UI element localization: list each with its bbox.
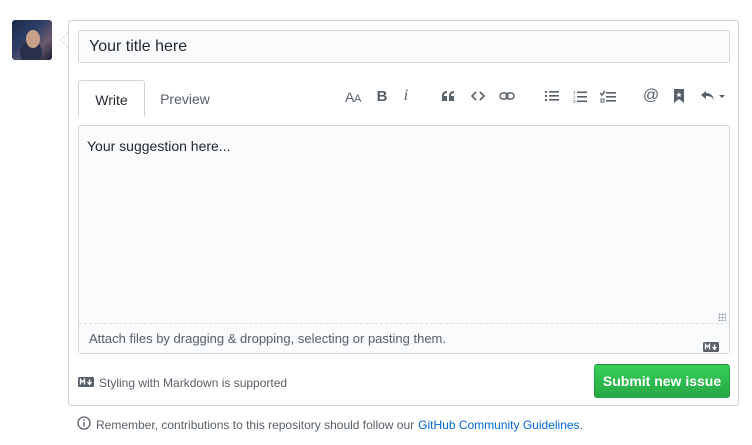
svg-text:A: A (354, 93, 362, 103)
contribution-guidelines-note: Remember, contributions to this reposito… (77, 416, 583, 433)
community-guidelines-link[interactable]: GitHub Community Guidelines (418, 418, 579, 432)
markdown-icon[interactable] (703, 333, 719, 363)
attach-files-text: Attach files by dragging & dropping, sel… (89, 331, 446, 346)
ordered-list-icon[interactable]: 123 (569, 85, 591, 107)
bookmark-icon[interactable] (668, 85, 690, 107)
submit-new-issue-button[interactable]: Submit new issue (594, 364, 730, 398)
info-icon (77, 416, 91, 433)
link-icon[interactable] (496, 85, 518, 107)
new-issue-form: Your title here Write Preview AA B i 123… (61, 20, 740, 406)
task-list-icon[interactable] (597, 85, 619, 107)
bold-icon[interactable]: B (371, 85, 393, 107)
unordered-list-icon[interactable] (541, 85, 563, 107)
markdown-toolbar: AA B i 123 @ (69, 85, 740, 107)
reply-icon[interactable] (699, 85, 727, 107)
issue-body-placeholder: Your suggestion here... (87, 138, 231, 154)
quote-icon[interactable] (437, 85, 459, 107)
code-icon[interactable] (467, 85, 489, 107)
guidelines-text: Remember, contributions to this reposito… (96, 417, 415, 432)
mention-icon[interactable]: @ (640, 85, 662, 107)
attach-files-bar[interactable]: Attach files by dragging & dropping, sel… (79, 323, 729, 353)
avatar[interactable] (12, 20, 52, 60)
issue-title-input[interactable]: Your title here (78, 30, 730, 63)
markdown-hint-icon (78, 376, 94, 390)
markdown-hint-text: Styling with Markdown is supported (99, 376, 288, 390)
resize-handle[interactable] (718, 313, 726, 321)
italic-icon[interactable]: i (395, 85, 417, 107)
markdown-hint[interactable]: Styling with Markdown is supported (78, 376, 287, 390)
issue-body-editor[interactable]: Your suggestion here... Attach files by … (78, 125, 730, 354)
guidelines-suffix: . (579, 417, 583, 432)
comment-box-arrow-inner (61, 33, 68, 47)
text-size-icon[interactable]: AA (343, 85, 365, 107)
svg-text:3: 3 (573, 99, 576, 103)
tab-write[interactable]: Write (78, 80, 145, 117)
issue-title-placeholder: Your title here (89, 38, 188, 55)
